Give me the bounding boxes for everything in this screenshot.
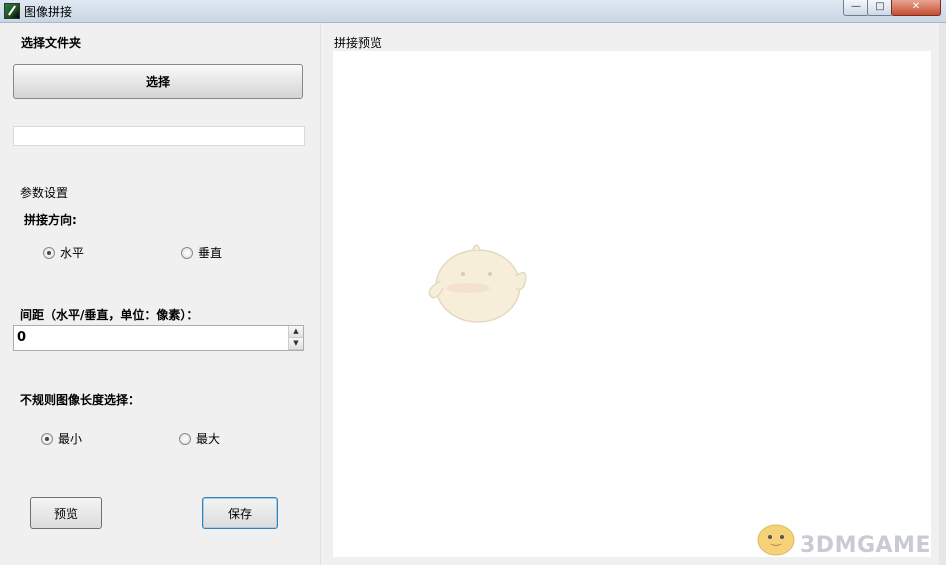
preview-button[interactable]: 预览 <box>30 497 102 529</box>
right-border <box>939 23 946 565</box>
params-group-label: 参数设置 <box>20 186 69 200</box>
spin-arrows: ▲ ▼ <box>288 326 303 350</box>
radio-horizontal[interactable]: 水平 <box>43 244 84 261</box>
radio-min-label: 最小 <box>58 432 83 446</box>
radio-horizontal-label: 水平 <box>60 246 85 260</box>
direction-label: 拼接方向: <box>24 213 77 227</box>
select-folder-button[interactable]: 选择 <box>13 64 303 99</box>
irregular-length-label: 不规则图像长度选择： <box>20 393 141 407</box>
settings-panel: 选择文件夹 选择 参数设置 拼接方向: 水平 垂直 间距（水平/垂直，单位：像素… <box>0 23 320 565</box>
spacing-spinbox: ▲ ▼ <box>13 325 304 351</box>
title-bar: 图像拼接 — □ ✕ <box>0 0 946 23</box>
save-button[interactable]: 保存 <box>202 497 278 529</box>
3dm-mascot-icon <box>757 524 795 556</box>
maximize-button[interactable]: □ <box>867 0 893 16</box>
radio-min-indicator <box>41 432 53 445</box>
radio-horizontal-indicator <box>43 246 55 259</box>
radio-max-label: 最大 <box>196 432 221 446</box>
radio-vertical[interactable]: 垂直 <box>181 244 222 261</box>
spin-up-icon[interactable]: ▲ <box>289 326 303 338</box>
radio-vertical-label: 垂直 <box>198 246 223 260</box>
close-button[interactable]: ✕ <box>891 0 941 16</box>
app-icon <box>4 3 20 19</box>
folder-section-label: 选择文件夹 <box>21 36 82 50</box>
watermark-text: 3DMGAME <box>800 533 931 558</box>
spacing-label: 间距（水平/垂直，单位：像素）： <box>20 308 199 322</box>
folder-path-field[interactable] <box>13 126 305 146</box>
radio-min[interactable]: 最小 <box>41 430 82 447</box>
mascot-watermark-icon <box>428 244 527 323</box>
preview-label: 拼接预览 <box>334 36 383 50</box>
preview-area <box>333 51 931 557</box>
window-title: 图像拼接 <box>24 5 73 19</box>
minimize-button[interactable]: — <box>843 0 869 16</box>
radio-max-indicator <box>179 432 191 445</box>
spin-down-icon[interactable]: ▼ <box>289 338 303 350</box>
panel-divider <box>320 23 321 565</box>
radio-max[interactable]: 最大 <box>179 430 220 447</box>
radio-vertical-indicator <box>181 246 193 259</box>
spacing-input[interactable] <box>14 326 288 348</box>
